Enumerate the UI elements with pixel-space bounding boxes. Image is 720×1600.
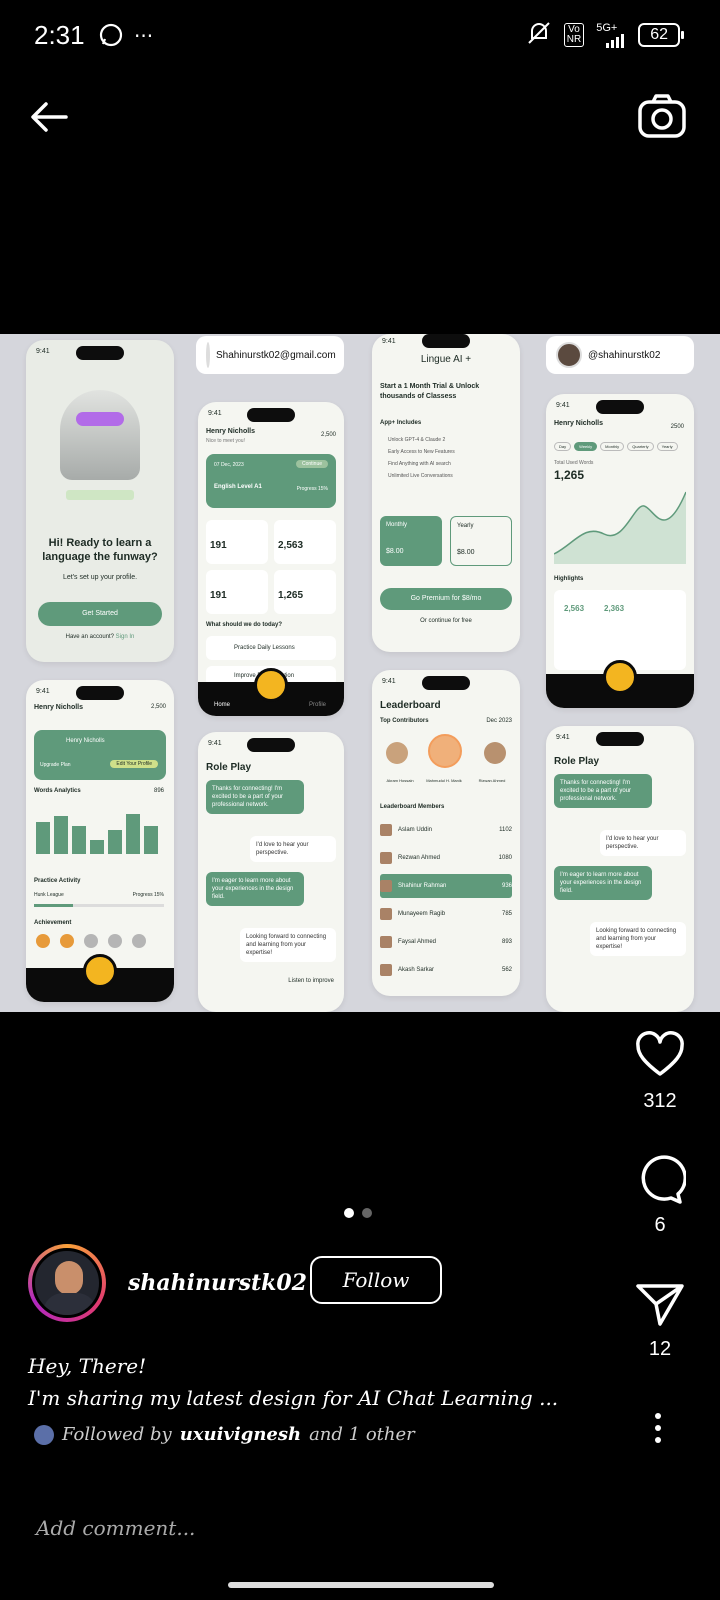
top-bar xyxy=(0,78,720,148)
follow-button[interactable]: Follow xyxy=(310,1256,442,1304)
leaderboard-row[interactable]: Faysal Ahmed 893 xyxy=(380,930,512,954)
practice-lessons-item[interactable]: Practice Daily Lessons xyxy=(206,636,336,660)
signal-icon: 5G+ xyxy=(596,22,626,48)
stats-tab[interactable]: Day xyxy=(554,442,572,451)
more-notifications-icon: ··· xyxy=(134,24,154,48)
follower-avatar xyxy=(34,1424,54,1445)
leaderboard-row[interactable]: Rezwan Ahmed 1080 xyxy=(380,846,512,870)
sign-in-link[interactable]: Sign In xyxy=(116,634,135,640)
words-analytics-chart xyxy=(36,814,158,854)
heart-icon[interactable] xyxy=(634,1030,686,1082)
more-options-icon[interactable] xyxy=(652,1412,664,1448)
mute-icon xyxy=(526,20,552,49)
whatsapp-icon xyxy=(98,22,124,52)
carousel-dot-1 xyxy=(344,1208,354,1218)
leaderboard-row[interactable]: Munayeem Ragib 785 xyxy=(380,902,512,926)
add-comment-input[interactable]: Add comment... xyxy=(36,1516,195,1540)
email-chip: Shahinurstk02@gmail.com xyxy=(196,336,344,374)
premium-screen: 9:41 Lingue AI + Start a 1 Month Trial &… xyxy=(372,334,520,652)
home-screen: 9:41 Henry Nicholls Nice to meet you! 2,… xyxy=(198,402,344,716)
leaderboard-row[interactable]: Aslam Uddin 1102 xyxy=(380,818,512,842)
continue-free-link[interactable]: Or continue for free xyxy=(372,618,520,624)
robot-illustration xyxy=(60,390,140,480)
comment-count: 6 xyxy=(654,1214,666,1236)
clock: 2:31 xyxy=(34,20,85,50)
handle-chip: @shahinurstk02 xyxy=(546,336,694,374)
get-started-button[interactable]: Get Started xyxy=(38,602,162,626)
comment-icon[interactable] xyxy=(634,1154,688,1206)
leaderboard-row[interactable]: Shahinur Rahman 936 xyxy=(380,874,512,898)
stats-tab[interactable]: Weekly xyxy=(574,442,598,451)
gesture-bar[interactable] xyxy=(228,1582,494,1588)
author-username[interactable]: shahinurstk02 xyxy=(128,1270,307,1296)
stats-tab[interactable]: Yearly xyxy=(656,442,678,451)
like-count: 312 xyxy=(643,1090,677,1112)
leaderboard-row[interactable]: Akash Sarkar 562 xyxy=(380,958,512,982)
send-icon[interactable] xyxy=(634,1278,686,1330)
stats-tab[interactable]: Quarterly xyxy=(627,442,654,451)
author-avatar[interactable] xyxy=(28,1244,106,1322)
continue-button[interactable]: Continue xyxy=(295,460,328,468)
welcome-screen: 9:41 Hi! Ready to learn a language the f… xyxy=(26,340,174,662)
welcome-headline: Hi! Ready to learn a language the funway… xyxy=(42,537,158,563)
profile-screen: 9:41 Henry Nicholls 2,500 Henry Nicholls… xyxy=(26,680,174,1002)
leaderboard-screen: 9:41 Leaderboard Top Contributors Dec 20… xyxy=(372,670,520,996)
roleplay-screen: 9:41 Role Play Thanks for connecting! I'… xyxy=(198,732,344,1012)
stats-screen: 9:41 Henry Nicholls 2500 Day Weekly Monthl… xyxy=(546,394,694,708)
like-action[interactable]: 312 xyxy=(630,1030,690,1113)
comment-action[interactable]: 6 xyxy=(630,1154,690,1237)
roleplay-screen-2: 9:41 Role Play Thanks for connecting! I'… xyxy=(546,726,694,1012)
welcome-sub: Let's set up your profile. xyxy=(62,574,138,581)
account-question: Have an account? xyxy=(65,634,114,640)
edit-profile-button[interactable]: Edit Your Profile xyxy=(110,760,158,768)
back-arrow-icon[interactable] xyxy=(26,94,72,140)
followed-by[interactable]: Followed by uxuivignesh and 1 other xyxy=(34,1424,415,1445)
status-bar: 2:31 ··· Vo NR 5G+ 62 xyxy=(0,0,720,70)
go-premium-button[interactable]: Go Premium for $8/mo xyxy=(380,588,512,610)
post-image[interactable]: 9:41 Hi! Ready to learn a language the f… xyxy=(0,334,720,1012)
share-count: 12 xyxy=(648,1338,672,1360)
share-action[interactable]: 12 xyxy=(630,1278,690,1361)
volte-icon: Vo NR xyxy=(563,22,585,47)
usage-area-chart xyxy=(554,491,686,564)
battery-indicator: 62 xyxy=(638,22,684,47)
post-caption[interactable]: Hey, There! I'm sharing my latest design… xyxy=(28,1350,608,1414)
camera-icon[interactable] xyxy=(634,88,690,144)
stats-tab[interactable]: Monthly xyxy=(600,442,625,451)
carousel-dot-2 xyxy=(362,1208,372,1218)
carousel-indicator xyxy=(344,1208,372,1218)
